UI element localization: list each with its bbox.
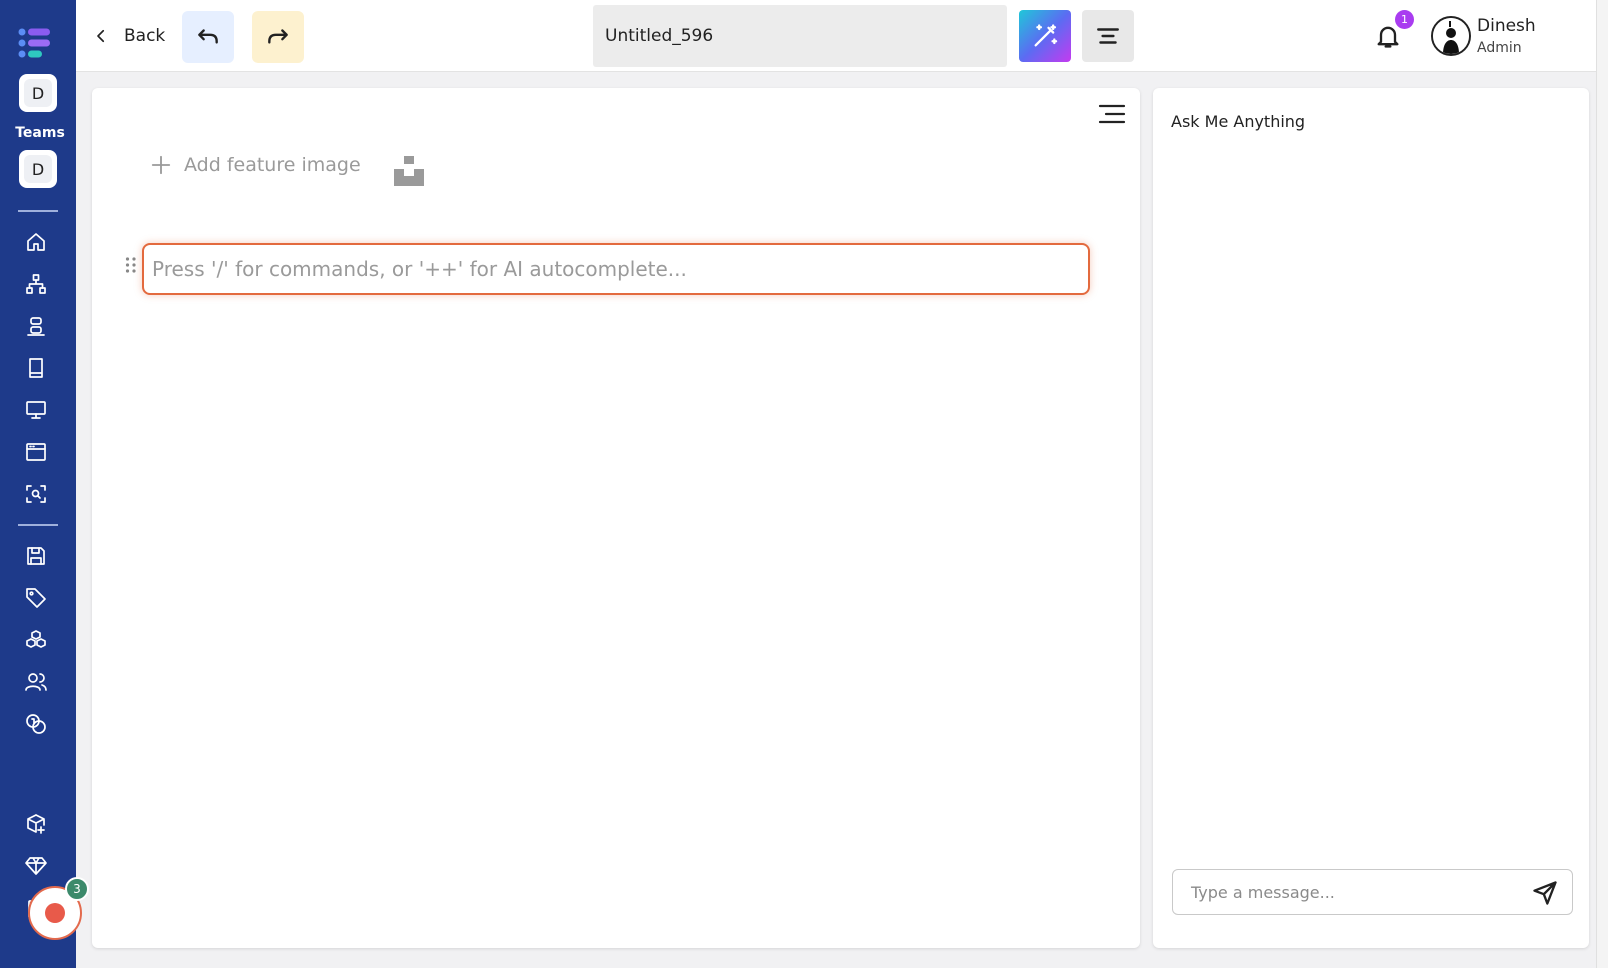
add-feature-image-button[interactable]: Add feature image: [150, 154, 361, 176]
editor-panel: Add feature image Press '/' for commands…: [92, 88, 1140, 948]
top-bar: Back Untitled_596 1 Dinesh Admin: [76, 0, 1608, 72]
package-plus-icon[interactable]: [22, 810, 50, 838]
users-icon[interactable]: [22, 668, 50, 696]
team-avatar-primary[interactable]: D: [19, 74, 57, 112]
redo-button[interactable]: [252, 11, 304, 63]
notification-badge: 1: [1395, 10, 1414, 29]
save-icon[interactable]: [22, 542, 50, 570]
drag-handle-icon[interactable]: [124, 256, 138, 278]
sidebar-divider: [18, 210, 58, 212]
redo-icon: [268, 29, 288, 44]
user-role: Admin: [1477, 40, 1522, 56]
diamond-icon[interactable]: [22, 852, 50, 880]
send-icon: [1533, 881, 1557, 905]
team-avatar-initial: D: [24, 79, 52, 107]
send-button[interactable]: [1529, 877, 1561, 909]
back-button[interactable]: Back: [92, 20, 165, 52]
magic-wand-icon: [1034, 24, 1058, 47]
record-count-badge: 3: [65, 877, 89, 901]
unsplash-icon[interactable]: [394, 156, 424, 186]
editor-menu-button[interactable]: [1098, 102, 1126, 126]
book-icon[interactable]: [22, 354, 50, 382]
stack-icon[interactable]: [22, 312, 50, 340]
cubes-icon[interactable]: [22, 626, 50, 654]
add-feature-image-label: Add feature image: [184, 154, 361, 176]
plus-icon: [151, 155, 171, 175]
chevron-left-icon: [97, 29, 105, 43]
browser-window-icon[interactable]: [22, 438, 50, 466]
app-logo[interactable]: [18, 28, 52, 58]
record-dot: [45, 903, 65, 923]
back-label: Back: [124, 26, 166, 46]
undo-icon: [198, 29, 218, 44]
home-icon[interactable]: [22, 228, 50, 256]
chat-panel: Ask Me Anything Type a message...: [1153, 88, 1589, 948]
scan-search-icon[interactable]: [22, 480, 50, 508]
chat-message-input[interactable]: Type a message...: [1172, 869, 1573, 915]
user-name: Dinesh: [1477, 16, 1536, 36]
undo-button[interactable]: [182, 11, 234, 63]
document-title-input[interactable]: Untitled_596: [593, 5, 1007, 67]
team-avatar-secondary[interactable]: D: [19, 150, 57, 188]
align-right-lines-icon: [1098, 104, 1126, 124]
ai-magic-button[interactable]: [1019, 10, 1071, 62]
page-scrollbar[interactable]: [1596, 0, 1608, 968]
align-center-icon: [1097, 28, 1119, 44]
sidebar: D Teams D: [0, 0, 76, 968]
teams-label: Teams: [15, 125, 65, 141]
tag-icon[interactable]: [22, 584, 50, 612]
sitemap-icon[interactable]: [22, 270, 50, 298]
sidebar-divider: [18, 524, 58, 526]
chat-title: Ask Me Anything: [1171, 112, 1306, 131]
team-avatar-initial: D: [24, 155, 52, 183]
align-center-button[interactable]: [1082, 10, 1134, 62]
editor-content-input[interactable]: Press '/' for commands, or '++' for AI a…: [142, 243, 1090, 295]
user-avatar[interactable]: [1431, 16, 1471, 56]
monitor-icon[interactable]: [22, 396, 50, 424]
coins-icon[interactable]: [22, 710, 50, 738]
